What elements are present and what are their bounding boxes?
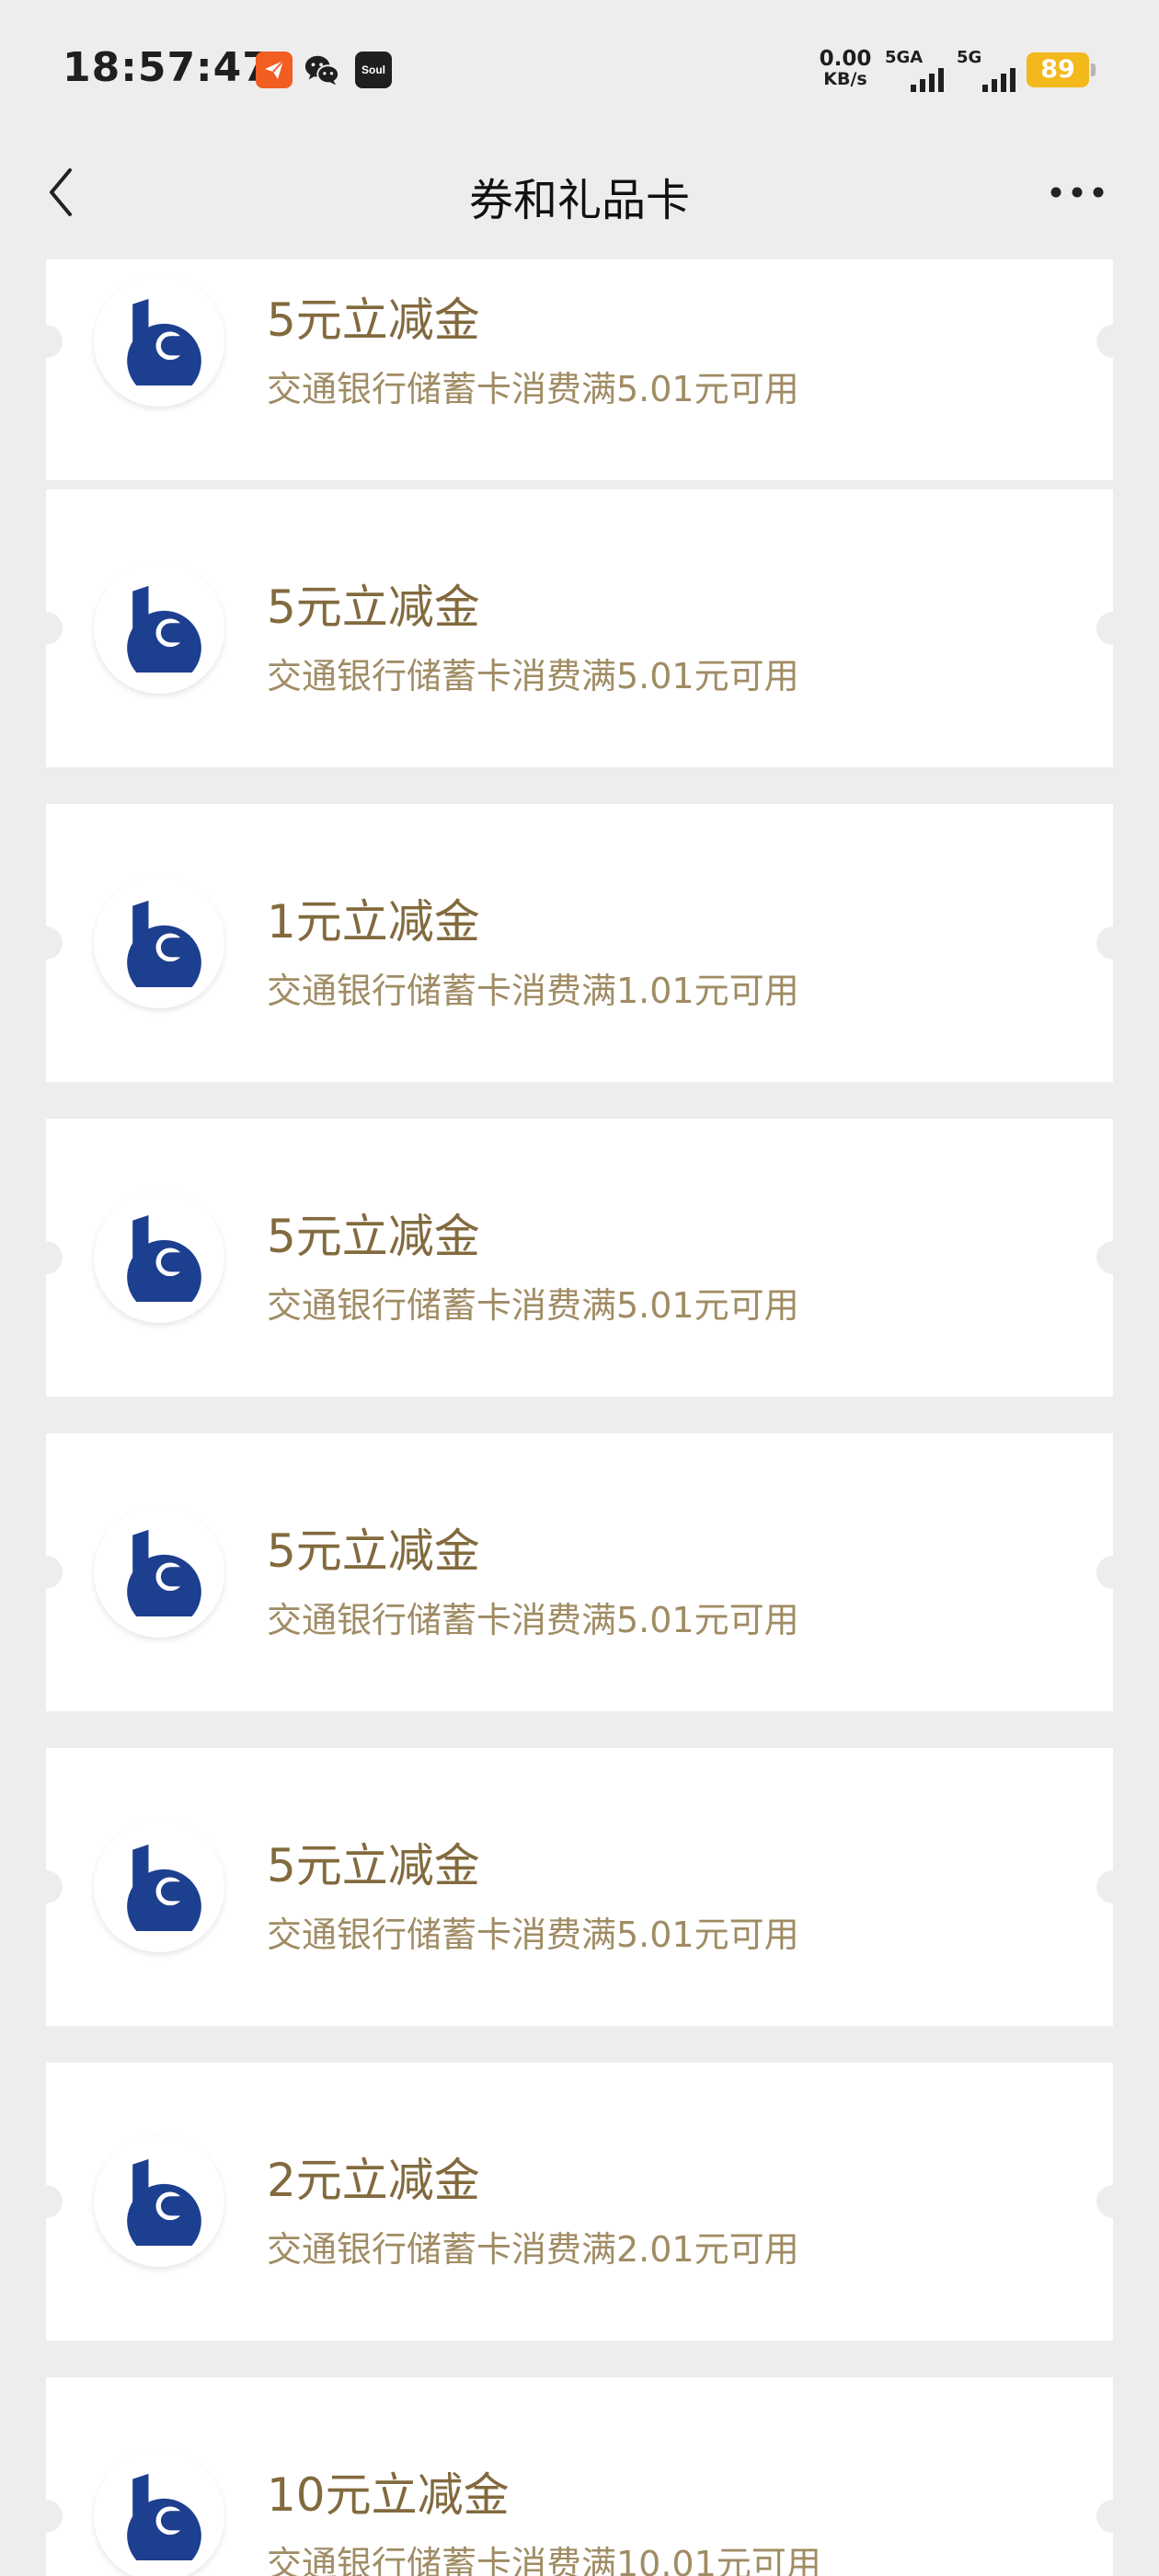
ticket-notch <box>1096 1556 1113 1589</box>
coupon-title: 5元立减金 <box>267 1524 480 1578</box>
coupon-title: 5元立减金 <box>267 1839 480 1892</box>
ticket-notch <box>46 926 63 960</box>
bank-logo-mark <box>127 900 201 987</box>
signal-5g: 5G <box>957 48 1021 94</box>
ticket-notch <box>46 1241 63 1274</box>
status-time: 18:57:47 <box>63 44 271 91</box>
coupon-card[interactable]: 10元立减金 交通银行储蓄卡消费满10.01元可用 <box>46 2377 1113 2576</box>
network-speed-unit: KB/s <box>823 69 867 89</box>
bankcomm-logo-icon <box>94 2136 224 2267</box>
bankcomm-logo-icon <box>94 1507 224 1638</box>
coupon-desc: 交通银行储蓄卡消费满5.01元可用 <box>267 1600 799 1640</box>
coupon-title: 5元立减金 <box>267 581 480 634</box>
feishu-icon <box>256 52 293 88</box>
nav-bar: 券和礼品卡 <box>0 138 1159 259</box>
coupon-card[interactable]: 5元立减金 交通银行储蓄卡消费满5.01元可用 <box>46 1748 1113 2026</box>
bank-logo-mark <box>127 1529 201 1616</box>
coupon-desc: 交通银行储蓄卡消费满5.01元可用 <box>267 1915 799 1955</box>
battery-level: 89 <box>1040 55 1075 84</box>
ticket-notch <box>1096 1870 1113 1903</box>
coupon-title: 2元立减金 <box>267 2154 480 2207</box>
ticket-notch <box>1096 2185 1113 2218</box>
coupon-desc: 交通银行储蓄卡消费满10.01元可用 <box>267 2544 821 2576</box>
coupon-title: 10元立减金 <box>267 2468 510 2522</box>
bankcomm-logo-icon <box>94 1822 224 1952</box>
ticket-notch <box>1096 1241 1113 1274</box>
bank-logo-mark <box>127 585 201 673</box>
coupon-desc: 交通银行储蓄卡消费满5.01元可用 <box>267 369 799 409</box>
page-title: 券和礼品卡 <box>468 175 690 226</box>
soul-icon-label: Soul <box>361 63 385 76</box>
coupon-title: 1元立减金 <box>267 895 480 949</box>
coupon-title: 5元立减金 <box>267 293 480 347</box>
bankcomm-logo-icon <box>94 2451 224 2576</box>
coupon-card[interactable]: 5元立减金 交通银行储蓄卡消费满5.01元可用 <box>46 1119 1113 1397</box>
signal-5g-label: 5G <box>957 48 982 67</box>
ticket-notch <box>46 2185 63 2218</box>
soul-icon: Soul <box>355 52 392 88</box>
network-speed: 0.00 KB/s <box>817 48 874 88</box>
bank-logo-mark <box>127 2473 201 2560</box>
coupon-card[interactable]: 2元立减金 交通银行储蓄卡消费满2.01元可用 <box>46 2063 1113 2340</box>
coupon-title: 5元立减金 <box>267 1210 480 1263</box>
signal-bars-icon <box>911 68 944 92</box>
ticket-notch <box>46 1556 63 1589</box>
wechat-icon <box>304 52 340 88</box>
ticket-notch <box>1096 2500 1113 2533</box>
coupon-desc: 交通银行储蓄卡消费满5.01元可用 <box>267 1285 799 1326</box>
ticket-notch <box>46 325 63 358</box>
ticket-notch <box>46 1870 63 1903</box>
coupon-desc: 交通银行储蓄卡消费满2.01元可用 <box>267 2229 799 2270</box>
bank-logo-mark <box>127 1214 201 1302</box>
network-speed-value: 0.00 <box>819 47 872 71</box>
bankcomm-logo-icon <box>94 1192 224 1323</box>
bank-logo-mark <box>127 1844 201 1931</box>
coupon-card[interactable]: 1元立减金 交通银行储蓄卡消费满1.01元可用 <box>46 804 1113 1082</box>
signal-bars-icon <box>982 68 1016 92</box>
coupon-desc: 交通银行储蓄卡消费满1.01元可用 <box>267 971 799 1011</box>
coupon-card[interactable]: 5元立减金 交通银行储蓄卡消费满5.01元可用 <box>46 1433 1113 1711</box>
bankcomm-logo-icon <box>94 878 224 1008</box>
ticket-notch <box>1096 325 1113 358</box>
battery-indicator: 89 <box>1027 52 1096 87</box>
bank-logo-mark <box>127 2158 201 2246</box>
signal-5ga: 5GA <box>885 48 949 94</box>
bankcomm-logo-icon <box>94 563 224 694</box>
signal-5ga-label: 5GA <box>885 48 924 67</box>
coupon-card[interactable]: 5元立减金 交通银行储蓄卡消费满5.01元可用 <box>46 489 1113 767</box>
more-button[interactable] <box>1036 169 1119 215</box>
ticket-notch <box>46 612 63 645</box>
coupon-desc: 交通银行储蓄卡消费满5.01元可用 <box>267 656 799 696</box>
coupon-list[interactable]: 5元立减金 交通银行储蓄卡消费满5.01元可用 5元立减金 交通银行储蓄卡消费满… <box>0 259 1159 2576</box>
ticket-notch <box>46 2500 63 2533</box>
bank-logo-mark <box>127 298 201 385</box>
ticket-notch <box>1096 926 1113 960</box>
coupon-card[interactable]: 5元立减金 交通银行储蓄卡消费满5.01元可用 <box>46 259 1113 480</box>
bankcomm-logo-icon <box>94 276 224 407</box>
status-bar: 18:57:47 Soul 0.00 KB/s 5GA 5G 89 <box>0 0 1159 138</box>
ticket-notch <box>1096 612 1113 645</box>
more-horizontal-icon <box>1050 187 1104 198</box>
